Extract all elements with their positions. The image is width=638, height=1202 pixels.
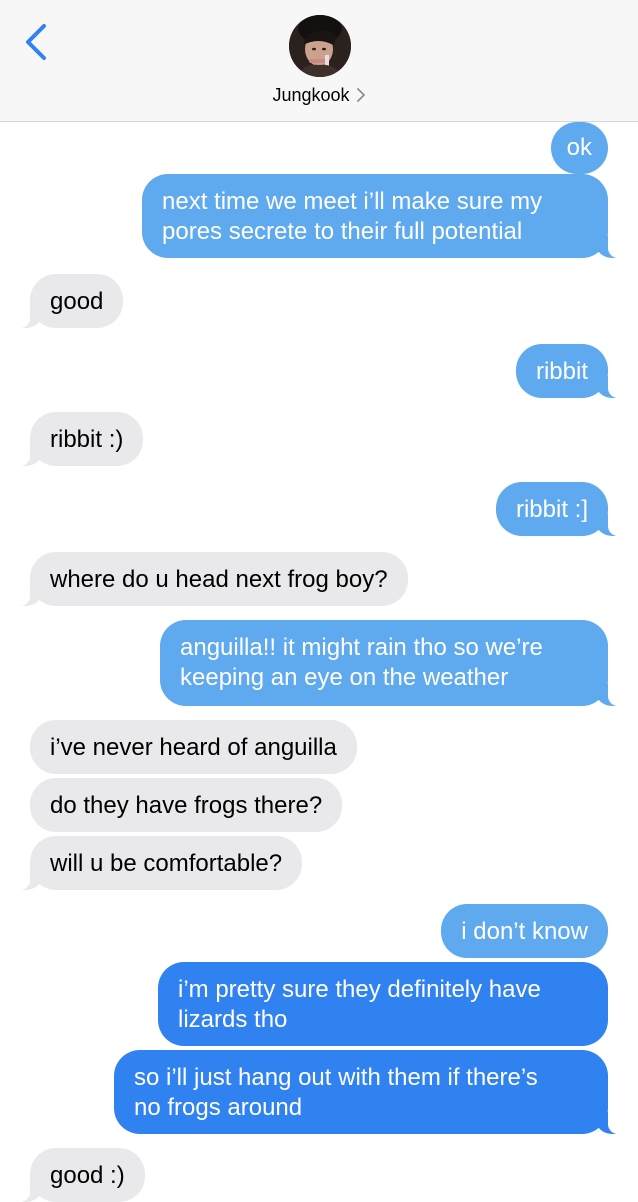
conversation-header: Jungkook [0, 0, 638, 122]
message-text: do they have frogs there? [50, 792, 323, 819]
message-text: will u be comfortable? [50, 850, 283, 877]
message-text-line: lizards tho [178, 1006, 288, 1033]
message-text: i’ve never heard of anguilla [50, 734, 337, 761]
message-bubble-outgoing[interactable]: ribbit [515, 344, 621, 398]
message-bubble-incoming[interactable]: where do u head next frog boy? [18, 552, 408, 606]
message-text: ok [566, 134, 592, 161]
message-text: ribbit [535, 358, 588, 385]
message-text: good :) [50, 1162, 125, 1189]
message-bubble-outgoing[interactable]: ribbit :] [495, 482, 621, 536]
message-text-line: pores secrete to their full potential [162, 218, 523, 245]
message-text: where do u head next frog boy? [50, 566, 388, 593]
message-bubble-outgoing[interactable]: so i’ll just hang out with them if there… [114, 1050, 620, 1134]
message-bubble-outgoing[interactable]: i don’t know [441, 904, 608, 958]
message-bubble-incoming[interactable]: good :) [18, 1148, 145, 1202]
message-text: ribbit :) [50, 426, 124, 453]
chevron-left-icon [26, 24, 46, 60]
message-bubble-outgoing[interactable]: ok [550, 122, 608, 174]
message-bubble-incoming[interactable]: i’ve never heard of anguilla [30, 720, 357, 774]
message-thread: ok next time we meet i’ll make sure my p… [0, 122, 638, 1202]
message-bubble-incoming[interactable]: ribbit :) [17, 412, 144, 466]
message-text: i don’t know [461, 918, 588, 945]
contact-name-button[interactable]: Jungkook [0, 84, 638, 106]
back-button[interactable] [22, 22, 52, 62]
message-bubble-incoming[interactable]: do they have frogs there? [30, 778, 343, 832]
message-bubble-outgoing[interactable]: i’m pretty sure they definitely have liz… [158, 962, 608, 1046]
avatar[interactable] [289, 15, 351, 77]
message-text-line: anguilla!! it might rain tho so we’re [180, 634, 543, 661]
chevron-right-icon [356, 88, 366, 103]
contact-name: Jungkook [272, 84, 350, 105]
message-text-line: keeping an eye on the weather [180, 664, 509, 691]
message-text-line: so i’ll just hang out with them if there… [134, 1064, 538, 1091]
message-text: good [50, 288, 104, 315]
message-text-line: i’m pretty sure they definitely have [178, 976, 541, 1003]
message-text-line: next time we meet i’ll make sure my [162, 188, 543, 215]
message-bubble-outgoing[interactable]: next time we meet i’ll make sure my pore… [142, 174, 620, 258]
contact-photo [289, 15, 351, 77]
message-bubble-incoming[interactable]: will u be comfortable? [17, 836, 303, 890]
message-text: ribbit :] [515, 496, 588, 523]
message-bubble-outgoing[interactable]: anguilla!! it might rain tho so we’re ke… [160, 620, 620, 706]
message-text-line: no frogs around [134, 1094, 303, 1121]
message-bubble-incoming[interactable]: good [17, 274, 124, 328]
